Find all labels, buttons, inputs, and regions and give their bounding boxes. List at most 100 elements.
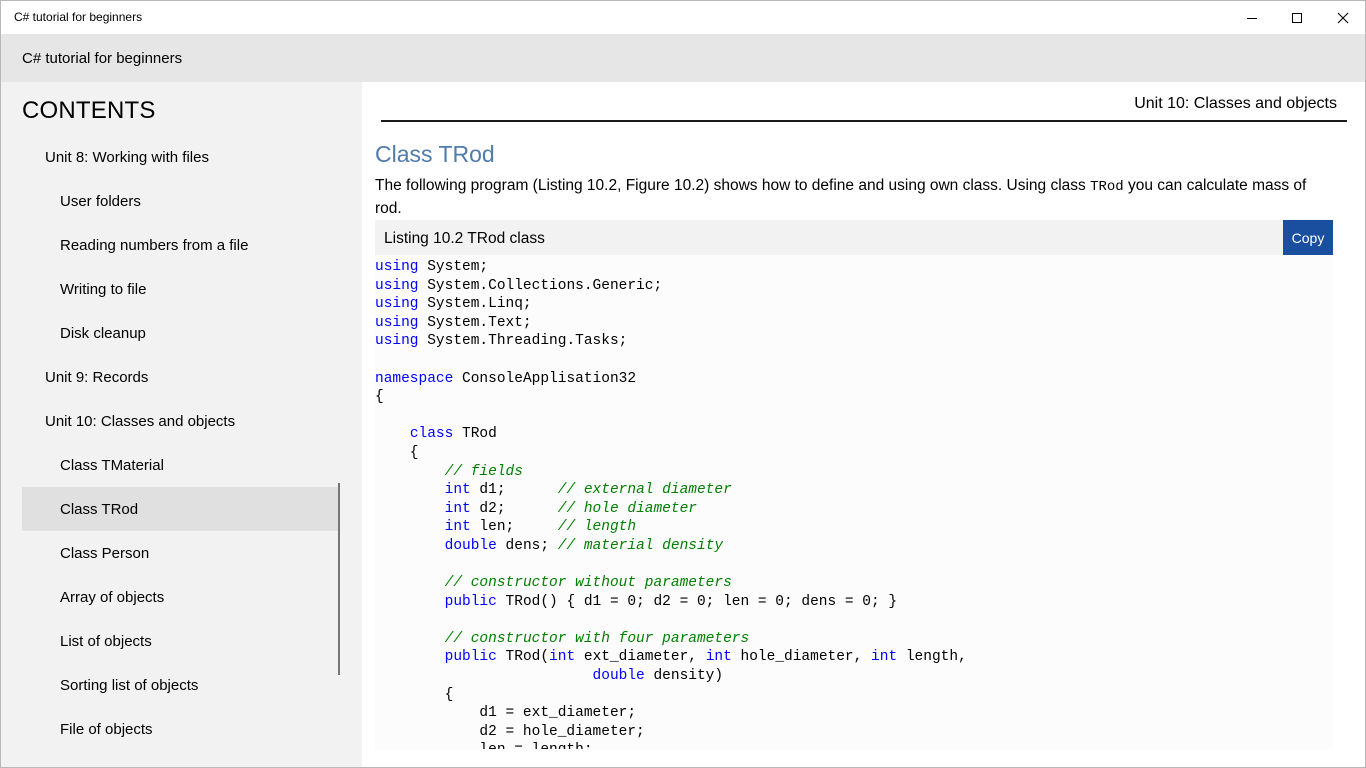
breadcrumb: Unit 10: Classes and objects [1134, 95, 1337, 112]
code-text: System.Collections.Generic; [418, 277, 663, 294]
sidebar-item-label: Array of objects [60, 588, 165, 606]
code-line: int d1; // external diameter [375, 481, 967, 500]
minimize-button[interactable] [1229, 1, 1275, 34]
sidebar-item-label: Class TRod [60, 500, 139, 518]
maximize-button[interactable] [1274, 1, 1320, 34]
code-comment: // fields [444, 463, 523, 480]
code-keyword: int [444, 482, 471, 499]
sidebar-item-label: Unit 8: Working with files [45, 148, 209, 166]
code-line: d2 = hole_diameter; [375, 723, 967, 742]
app-header: C# tutorial for beginners [1, 34, 1365, 82]
code-text: System; [418, 259, 489, 275]
copy-button[interactable]: Copy [1283, 220, 1333, 255]
code-text: d2; [470, 500, 558, 517]
sidebar-item-label: Unit 9: Records [45, 368, 149, 386]
code-keyword: using [375, 259, 419, 275]
code-keyword: using [375, 296, 419, 313]
sidebar-item[interactable]: Disk cleanup [22, 311, 340, 355]
code-line: { [375, 388, 967, 407]
code-line: double density) [375, 667, 967, 686]
sidebar-item-label: Sorting list of objects [60, 676, 199, 694]
code-text: density) [644, 668, 724, 685]
page-title: Class TRod [375, 141, 495, 167]
code-keyword: int [549, 649, 576, 666]
sidebar-item[interactable]: Writing to file [22, 267, 340, 311]
code-line: { [375, 444, 967, 463]
intro-text-before: The following program (Listing 10.2, Fig… [375, 177, 1091, 194]
code-line: len = length; [375, 741, 967, 749]
code-keyword: using [375, 277, 419, 294]
maximize-icon [1292, 12, 1302, 23]
code-text: len = length; [375, 742, 592, 749]
sidebar-item[interactable]: Class TMaterial [22, 443, 340, 487]
code-text: { [375, 686, 454, 703]
breadcrumb-divider [381, 120, 1347, 122]
sidebar-scrollbar[interactable] [338, 483, 340, 675]
code-listing[interactable]: using System; using System.Collections.Ge… [375, 255, 1333, 749]
sidebar-item[interactable]: Unit 10: Classes and objects [22, 399, 340, 443]
code-keyword: using [375, 314, 419, 331]
code-keyword: namespace [375, 370, 454, 387]
code-comment: // material density [557, 537, 724, 554]
code-line: { [375, 686, 967, 705]
code-comment: // length [557, 519, 637, 536]
code-keyword: double [444, 537, 497, 554]
sidebar-item[interactable]: Class Person [22, 531, 340, 575]
code-line: namespace ConsoleApplisation32 [375, 370, 967, 389]
code-text: { [375, 444, 419, 461]
sidebar-item[interactable]: Sorting list of objects [22, 663, 340, 707]
close-button[interactable] [1320, 1, 1365, 34]
contents-heading: CONTENTS [22, 97, 156, 124]
code-text: System.Text; [418, 314, 532, 331]
code-line: d1 = ext_diameter; [375, 704, 967, 723]
code-text: TRod( [496, 649, 550, 666]
code-text: ConsoleApplisation32 [453, 370, 637, 387]
sidebar-item[interactable]: User folders [22, 179, 340, 223]
code-text: { [375, 389, 384, 406]
listing-label: Listing 10.2 TRod class [384, 230, 545, 247]
sidebar-item[interactable]: List of objects [22, 619, 340, 663]
sidebar-item-label: Disk cleanup [60, 324, 146, 342]
code-line: using System; [375, 258, 967, 277]
code-text: System.Threading.Tasks; [418, 333, 628, 350]
code-keyword: int [871, 649, 898, 666]
code-keyword: public [444, 593, 497, 610]
intro-inline-code: TRod [1090, 179, 1124, 195]
intro-paragraph: The following program (Listing 10.2, Fig… [375, 175, 1335, 219]
sidebar-item[interactable]: Reading numbers from a file [22, 223, 340, 267]
app-window: C# tutorial for beginners C# tutorial fo… [0, 0, 1366, 768]
code-line: double dens; // material density [375, 537, 967, 556]
code-line: class TRod [375, 425, 967, 444]
sidebar-item-label: Writing to file [60, 280, 147, 298]
code-text: TRod [453, 426, 497, 443]
code-text: hole_diameter, [731, 649, 872, 666]
sidebar-item[interactable]: Class TRod [22, 487, 340, 531]
code-line: using System.Text; [375, 314, 967, 333]
sidebar-item-label: File of objects [60, 720, 153, 738]
code-text: ext_diameter, [575, 649, 706, 666]
code-block: using System; using System.Collections.Ge… [375, 258, 967, 749]
sidebar-item-label: User folders [60, 192, 141, 210]
sidebar-item[interactable]: Unit 9: Records [22, 355, 340, 399]
code-keyword: class [409, 426, 454, 443]
close-icon [1337, 12, 1349, 23]
sidebar-item[interactable]: File of objects [22, 707, 340, 751]
sidebar-item[interactable]: Array of objects [22, 575, 340, 619]
code-line: public TRod(int ext_diameter, int hole_d… [375, 648, 967, 667]
code-keyword: using [375, 333, 419, 350]
code-line: // constructor without parameters [375, 574, 967, 593]
sidebar-item[interactable]: Unit 8: Working with files [22, 135, 340, 179]
window-title: C# tutorial for beginners [14, 10, 143, 24]
code-line: int len; // length [375, 518, 967, 537]
